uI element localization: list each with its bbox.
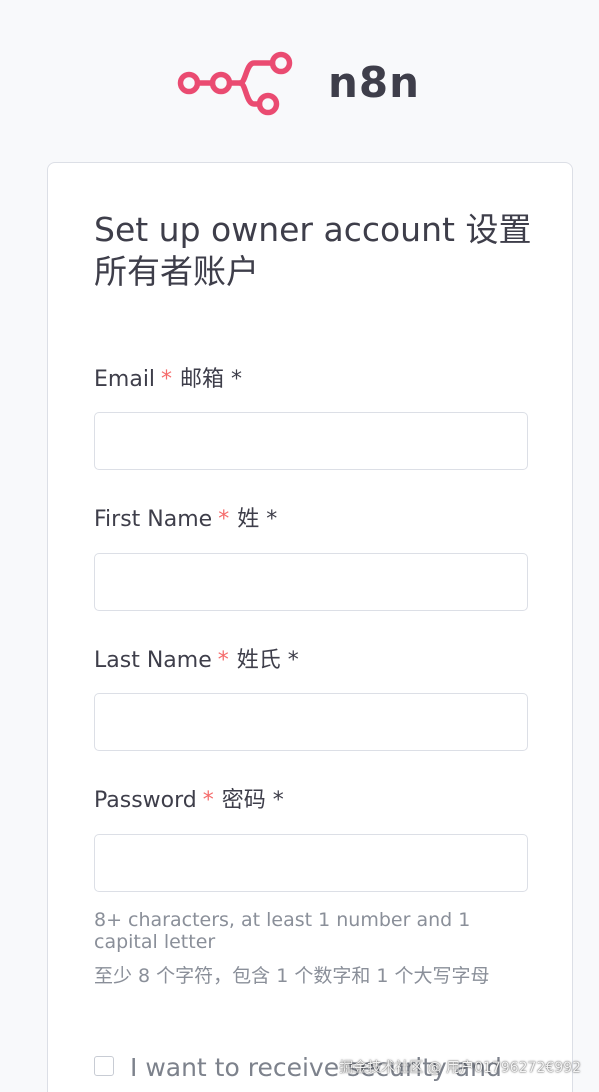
setup-form-card: Set up owner account 设置所有者账户 Email * 邮箱 * … — [47, 162, 573, 1092]
password-label-cn: 密码 * — [221, 788, 284, 813]
email-label: Email * 邮箱 * — [94, 365, 242, 395]
email-label-text: Email — [94, 367, 156, 392]
email-input[interactable] — [94, 412, 528, 470]
first-name-label-text: First Name — [94, 507, 213, 532]
last-name-label: Last Name * 姓氏 * — [94, 646, 299, 676]
brand-name: n8n — [328, 58, 421, 107]
watermark-text: 掘金技术社区 @ 用户01796272€992 — [339, 1060, 581, 1076]
password-label-text: Password — [94, 788, 197, 813]
n8n-logo-icon — [177, 51, 293, 116]
last-name-label-text: Last Name — [94, 648, 212, 673]
first-name-label: First Name * 姓 * — [94, 505, 277, 535]
last-name-label-cn: 姓氏 * — [236, 648, 299, 673]
setup-page: n8n Set up owner account 设置所有者账户 Email * 邮… — [0, 0, 599, 1092]
required-marker: * — [217, 648, 229, 673]
required-marker: * — [202, 788, 214, 813]
last-name-input[interactable] — [94, 693, 528, 751]
brand-header: n8n — [176, 48, 420, 118]
first-name-label-cn: 姓 * — [237, 507, 278, 532]
security-opt-in-checkbox[interactable] — [94, 1056, 114, 1076]
password-hint: 8+ characters, at least 1 number and 1 c… — [94, 909, 471, 953]
password-input[interactable] — [94, 834, 528, 892]
form-title: Set up owner account 设置所有者账户 — [94, 210, 532, 291]
required-marker: * — [161, 367, 173, 392]
required-marker: * — [218, 507, 230, 532]
first-name-input[interactable] — [94, 553, 528, 611]
email-label-cn: 邮箱 * — [180, 367, 243, 392]
password-label: Password * 密码 * — [94, 786, 284, 816]
password-hint-cn: 至少 8 个字符，包含 1 个数字和 1 个大写字母 — [94, 965, 490, 987]
